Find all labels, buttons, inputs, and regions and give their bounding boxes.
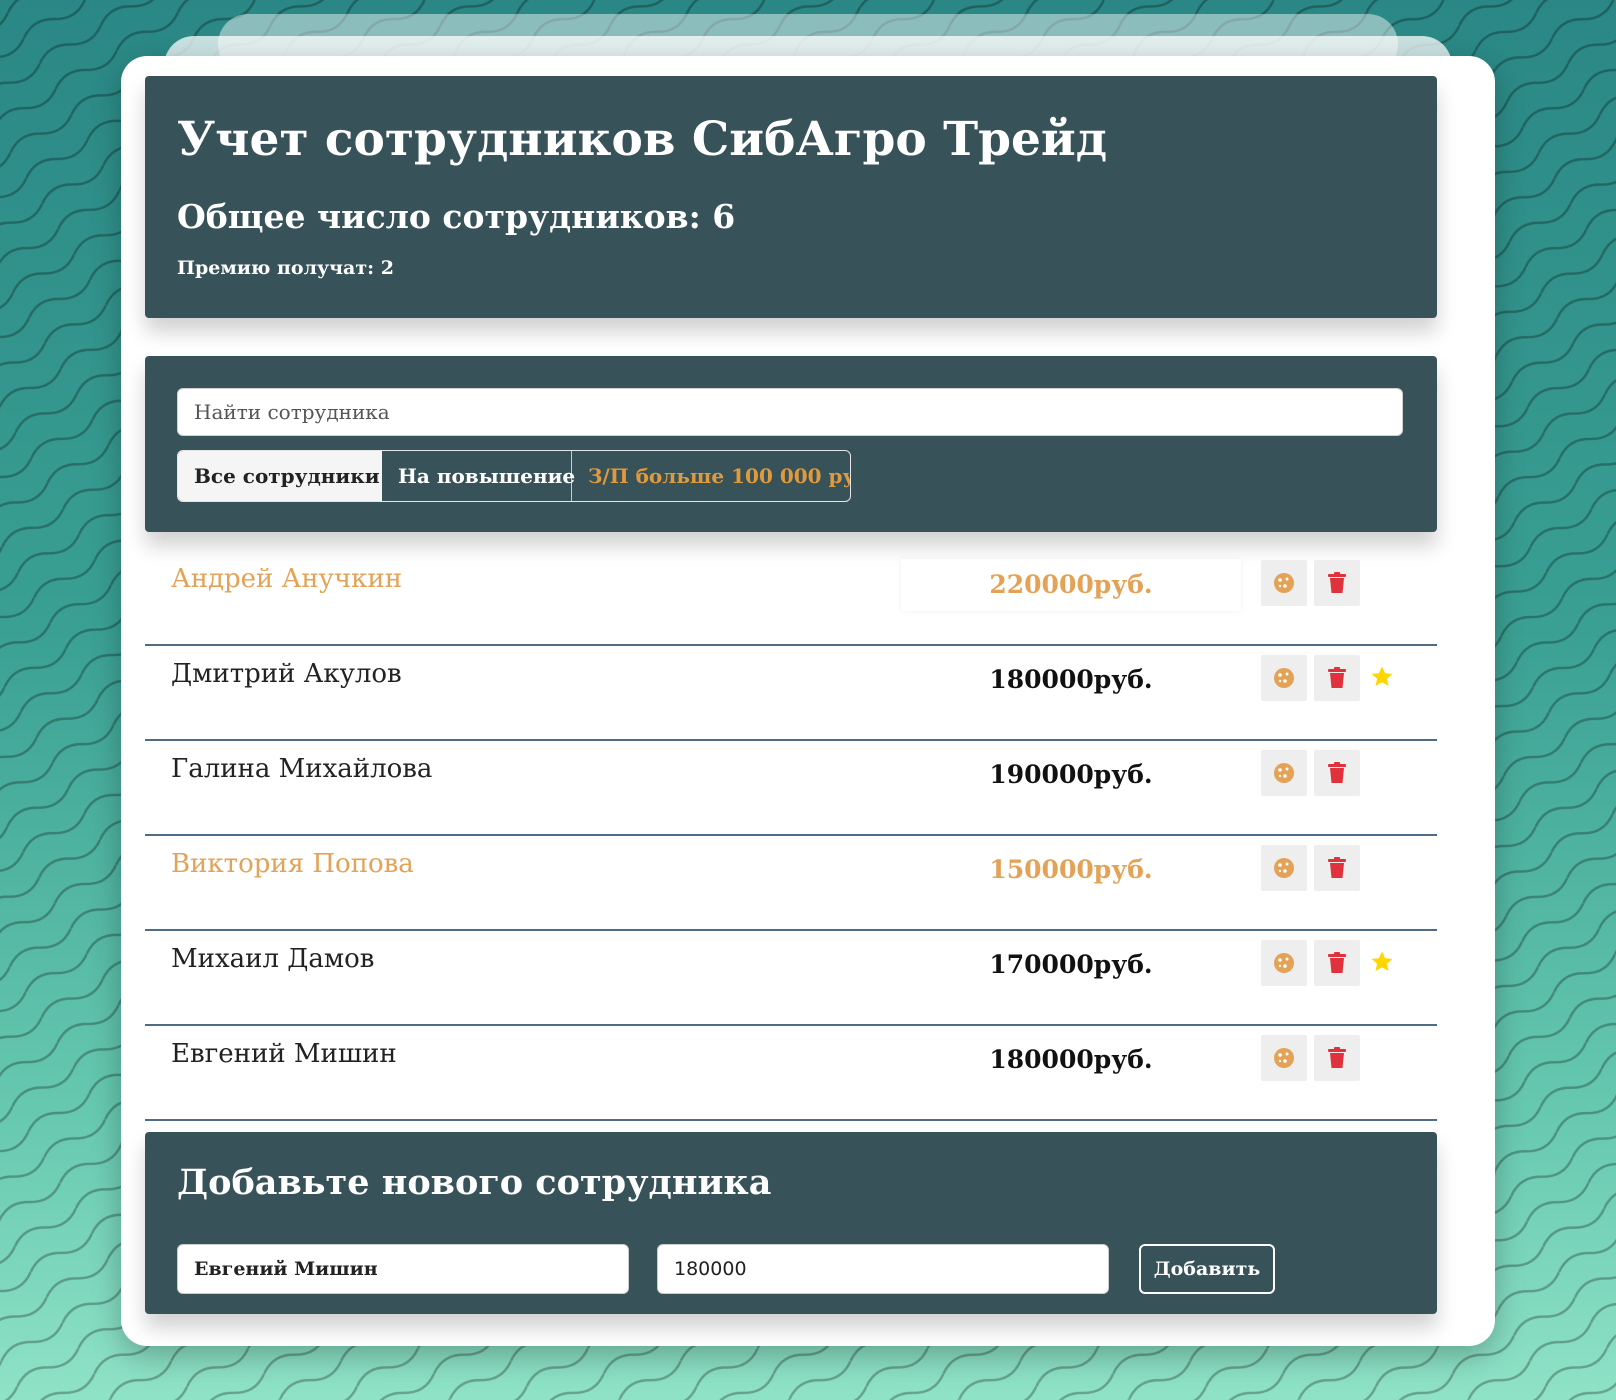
employee-name[interactable]: Андрей Анучкин (171, 564, 402, 594)
app-info-panel: Учет сотрудников СибАгро Трейд Общее чис… (145, 76, 1437, 318)
new-salary-input[interactable] (657, 1244, 1109, 1294)
employee-salary[interactable]: 170000руб. (901, 939, 1241, 991)
delete-button[interactable] (1314, 845, 1360, 891)
employee-salary[interactable]: 220000руб. (901, 559, 1241, 611)
app-card: Учет сотрудников СибАгро Трейд Общее чис… (121, 56, 1495, 1346)
favorite-marker (1370, 950, 1394, 974)
employee-name[interactable]: Михаил Дамов (171, 944, 374, 974)
employee-row[interactable]: Дмитрий Акулов 180000руб. (145, 646, 1437, 741)
add-employee-panel: Добавьте нового сотрудника Добавить (145, 1132, 1437, 1314)
delete-button[interactable] (1314, 940, 1360, 986)
employee-salary[interactable]: 180000руб. (901, 1034, 1241, 1086)
star-icon (1371, 666, 1393, 686)
delete-button[interactable] (1314, 560, 1360, 606)
cookie-icon (1274, 573, 1294, 593)
trash-icon (1328, 1047, 1346, 1068)
employee-salary[interactable]: 190000руб. (901, 749, 1241, 801)
employee-row[interactable]: Галина Михайлова 190000руб. (145, 741, 1437, 836)
cookie-icon (1274, 763, 1294, 783)
employee-list: Андрей Анучкин 220000руб. Дмитрий Акулов… (145, 551, 1437, 1121)
employee-row[interactable]: Михаил Дамов 170000руб. (145, 931, 1437, 1026)
filter-group: Все сотрудники На повышение З/П больше 1… (177, 450, 851, 502)
trash-icon (1328, 667, 1346, 688)
trash-icon (1328, 572, 1346, 593)
trash-icon (1328, 857, 1346, 878)
add-button[interactable]: Добавить (1139, 1244, 1275, 1294)
increase-button[interactable] (1261, 845, 1307, 891)
page-title: Учет сотрудников СибАгро Трейд (177, 112, 1108, 167)
cookie-icon (1274, 953, 1294, 973)
employee-salary[interactable]: 150000руб. (901, 844, 1241, 896)
employee-row[interactable]: Андрей Анучкин 220000руб. (145, 551, 1437, 646)
increase-button[interactable] (1261, 750, 1307, 796)
employee-name[interactable]: Евгений Мишин (171, 1039, 397, 1069)
employee-row[interactable]: Евгений Мишин 180000руб. (145, 1026, 1437, 1121)
employee-name[interactable]: Виктория Попова (171, 849, 414, 879)
cookie-icon (1274, 668, 1294, 688)
delete-button[interactable] (1314, 750, 1360, 796)
employee-name[interactable]: Дмитрий Акулов (171, 659, 402, 689)
filter-promotion-button[interactable]: На повышение (382, 451, 575, 501)
new-name-input[interactable] (177, 1244, 629, 1294)
star-icon (1371, 951, 1393, 971)
employee-name[interactable]: Галина Михайлова (171, 754, 432, 784)
cookie-icon (1274, 1048, 1294, 1068)
employee-row[interactable]: Виктория Попова 150000руб. (145, 836, 1437, 931)
increase-button[interactable] (1261, 655, 1307, 701)
cookie-icon (1274, 858, 1294, 878)
employee-count: Общее число сотрудников: 6 (177, 197, 736, 236)
trash-icon (1328, 762, 1346, 783)
employee-salary[interactable]: 180000руб. (901, 654, 1241, 706)
filter-salary-button[interactable]: З/П больше 100 000 руб. (572, 451, 850, 501)
add-form-title: Добавьте нового сотрудника (177, 1162, 772, 1203)
delete-button[interactable] (1314, 1035, 1360, 1081)
increase-button[interactable] (1261, 940, 1307, 986)
favorite-marker (1370, 665, 1394, 689)
search-panel: Все сотрудники На повышение З/П больше 1… (145, 356, 1437, 532)
increase-button[interactable] (1261, 560, 1307, 606)
filter-all-button[interactable]: Все сотрудники (178, 451, 382, 501)
bonus-count: Премию получат: 2 (177, 257, 394, 279)
increase-button[interactable] (1261, 1035, 1307, 1081)
delete-button[interactable] (1314, 655, 1360, 701)
search-input[interactable] (177, 388, 1403, 436)
trash-icon (1328, 952, 1346, 973)
